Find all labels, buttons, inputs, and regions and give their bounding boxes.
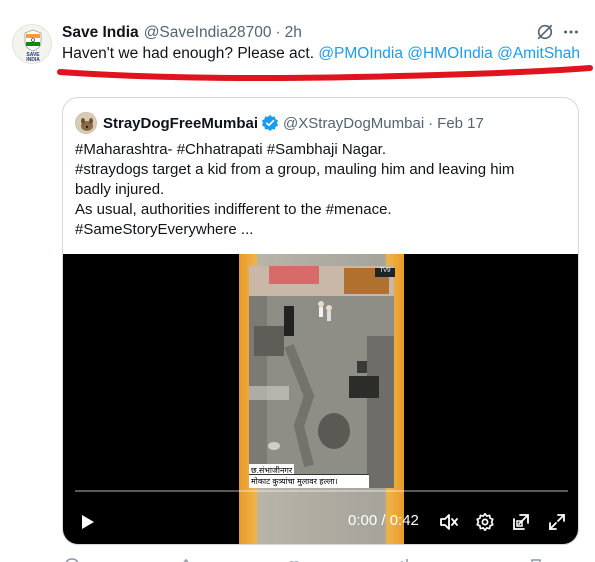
- play-icon[interactable]: [77, 512, 97, 532]
- quote-line: As usual, authorities indifferent to the…: [75, 201, 392, 218]
- quote-author-handle[interactable]: @XStrayDogMumbai: [283, 115, 424, 132]
- dog-avatar-image: [76, 113, 96, 133]
- mute-icon[interactable]: [439, 512, 459, 532]
- video-time: 0:00 / 0:42: [348, 512, 419, 529]
- video-frame: TV9 छ.संभाजीनगर मोकाट कुत्र्यांचा मुलावर…: [239, 254, 404, 544]
- quote-timestamp[interactable]: Feb 17: [437, 115, 484, 132]
- quoted-tweet[interactable]: StrayDogFreeMumbai @XStrayDogMumbai · Fe…: [62, 97, 579, 545]
- action-bar-partial: [62, 552, 582, 562]
- author-name[interactable]: Save India: [62, 24, 139, 42]
- tweet-timestamp[interactable]: 2h: [285, 24, 302, 42]
- avatar[interactable]: SAVE INDIA: [12, 24, 52, 64]
- tweet-header: Save India @SaveIndia28700 · 2h: [62, 22, 302, 44]
- quote-line: badly injured.: [75, 181, 165, 198]
- red-underline-annotation: [57, 65, 593, 81]
- tweet[interactable]: SAVE INDIA Save India @SaveIndia28700 · …: [0, 0, 595, 562]
- video-progress-bar[interactable]: [75, 490, 568, 492]
- quote-separator: ·: [428, 114, 434, 132]
- quote-text: #Maharashtra- #Chhatrapati #Sambhaji Nag…: [75, 140, 565, 240]
- svg-text:INDIA: INDIA: [26, 57, 40, 63]
- save-india-logo: SAVE INDIA: [13, 25, 51, 63]
- popout-icon[interactable]: [511, 512, 531, 532]
- fullscreen-icon[interactable]: [547, 512, 567, 532]
- quote-avatar[interactable]: [75, 112, 97, 134]
- video-player[interactable]: TV9 छ.संभाजीनगर मोकाट कुत्र्यांचा मुलावर…: [63, 254, 578, 544]
- settings-icon[interactable]: [475, 512, 495, 532]
- quote-line: #Maharashtra- #Chhatrapati #Sambhaji Nag…: [75, 141, 387, 158]
- action-icons-cropped: [65, 558, 541, 562]
- quote-author-name[interactable]: StrayDogFreeMumbai: [103, 115, 258, 132]
- separator: ·: [275, 24, 281, 41]
- street-scene-image: [249, 266, 394, 488]
- more-icon[interactable]: [562, 23, 580, 41]
- quote-header: StrayDogFreeMumbai @XStrayDogMumbai · Fe…: [75, 112, 484, 134]
- cctv-footage: [249, 266, 394, 488]
- quote-line: #SameStoryEverywhere ...: [75, 221, 254, 238]
- verified-badge-icon: [261, 114, 279, 132]
- grok-icon[interactable]: [536, 23, 554, 41]
- channel-logo: TV9: [375, 268, 395, 277]
- video-caption-headline: मोकाट कुत्र्यांचा मुलावर हल्ला।: [249, 474, 369, 488]
- author-handle[interactable]: @SaveIndia28700: [144, 24, 272, 42]
- quote-line: #straydogs target a kid from a group, ma…: [75, 161, 515, 178]
